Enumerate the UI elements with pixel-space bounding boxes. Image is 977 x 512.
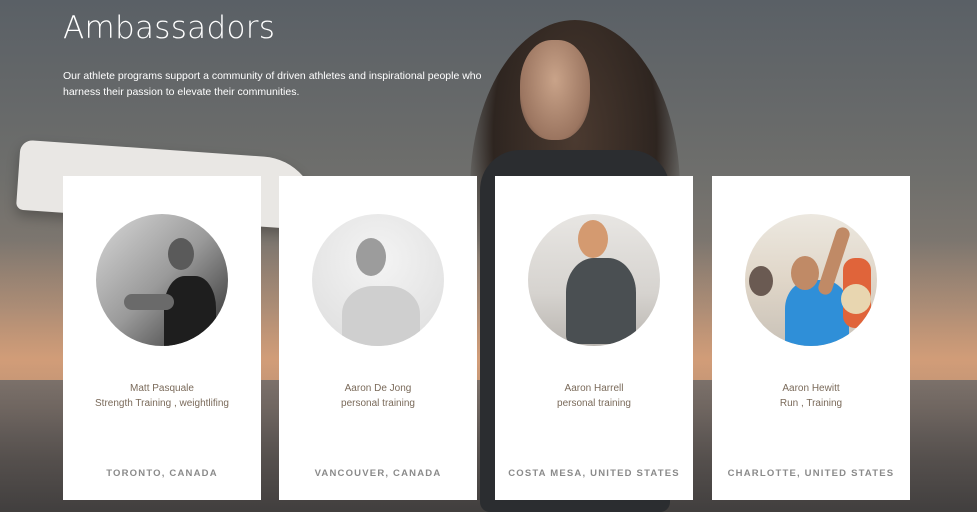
ambassador-location: VANCOUVER, CANADA <box>314 468 442 479</box>
page-title: Ambassadors <box>63 10 276 46</box>
athlete-photo <box>528 214 660 346</box>
surfer-face <box>520 40 590 140</box>
page-intro: Our athlete programs support a community… <box>63 70 482 98</box>
ambassador-card[interactable]: Aaron Harrell personal training COSTA ME… <box>495 176 693 500</box>
ambassador-name: Aaron De Jong <box>344 383 412 394</box>
athlete-photo <box>745 214 877 346</box>
ambassador-name: Aaron Harrell <box>564 383 624 394</box>
ambassador-card[interactable]: Aaron De Jong personal training VANCOUVE… <box>279 176 477 500</box>
ambassador-location: TORONTO, CANADA <box>106 468 218 479</box>
athlete-photo <box>96 214 228 346</box>
ambassador-card[interactable]: Matt Pasquale Strength Training , weight… <box>63 176 261 500</box>
athlete-photo <box>312 214 444 346</box>
ambassador-sport: Run , Training <box>779 398 843 409</box>
ambassador-sport: personal training <box>341 398 415 409</box>
ambassador-name: Matt Pasquale <box>130 383 194 394</box>
ambassador-name: Aaron Hewitt <box>782 383 840 394</box>
ambassador-location: CHARLOTTE, UNITED STATES <box>727 468 895 479</box>
ambassador-sport: Strength Training , weightlifing <box>95 398 229 409</box>
ambassador-location: COSTA MESA, UNITED STATES <box>508 468 680 479</box>
ambassador-card[interactable]: Aaron Hewitt Run , Training CHARLOTTE, U… <box>712 176 910 500</box>
ambassador-sport: personal training <box>557 398 631 409</box>
